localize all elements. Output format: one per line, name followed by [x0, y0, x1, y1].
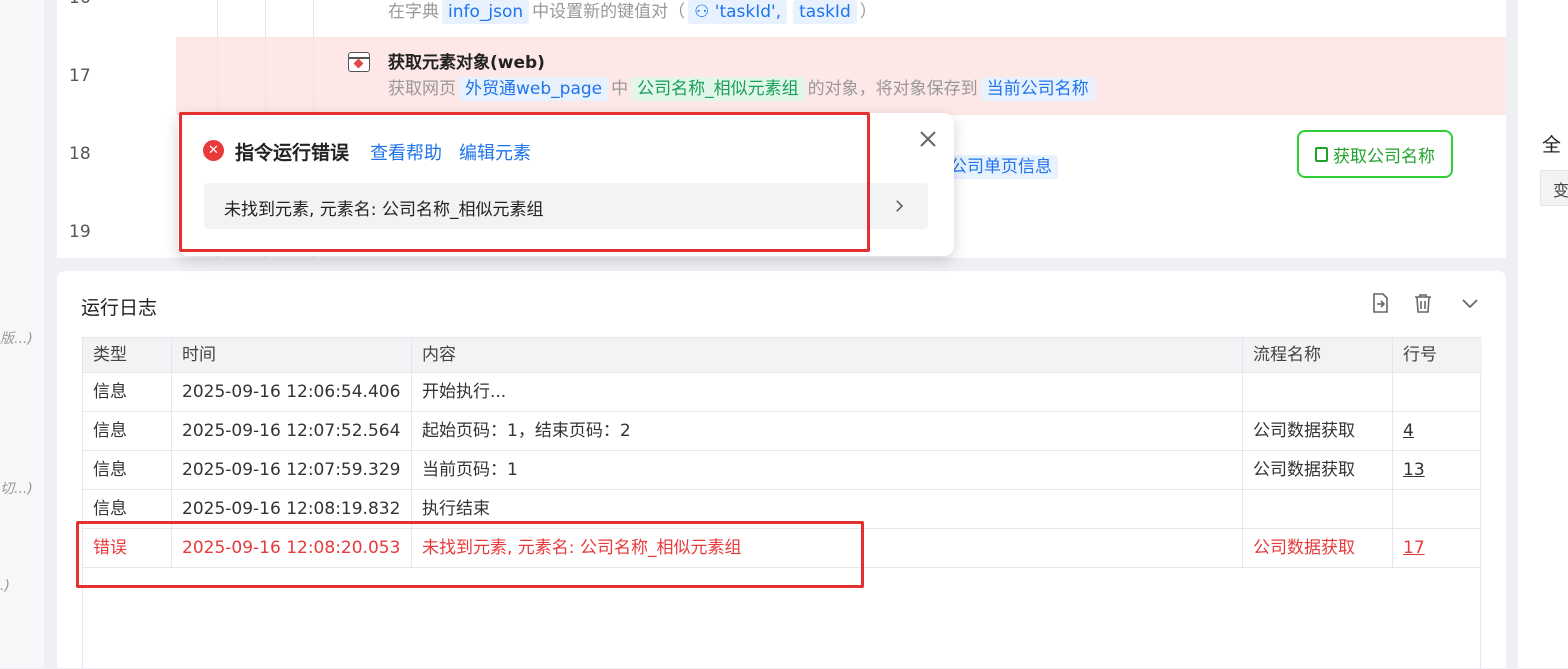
line-number: 16 — [69, 0, 91, 8]
step-description: 公司单页信息 — [941, 155, 1061, 179]
panel-title: 全 — [1542, 134, 1562, 156]
column-header-type[interactable]: 类型 — [83, 338, 172, 373]
log-cell-line: 13 — [1393, 451, 1482, 490]
run-log-panel: 运行日志 类型 时间 内容 流程名称 行号 信息 2025-09-16 12:0… — [57, 271, 1506, 668]
desc-text: 在字典 — [388, 2, 439, 22]
panel-column-header: 变 — [1553, 181, 1568, 200]
note-icon — [1315, 146, 1328, 162]
column-header-content[interactable]: 内容 — [412, 338, 1243, 373]
log-title: 运行日志 — [81, 297, 158, 319]
variable-chip[interactable]: 公司单页信息 — [944, 155, 1058, 179]
line-link[interactable]: 4 — [1403, 421, 1414, 441]
log-cell-flow: 公司数据获取 — [1243, 451, 1393, 490]
log-cell-content: 执行结束 — [412, 490, 1243, 529]
log-cell-type: 信息 — [83, 373, 172, 412]
error-popup: ✕ 指令运行错误 查看帮助 编辑元素 未找到元素, 元素名: 公司名称_相似元素… — [178, 113, 954, 256]
error-message-box[interactable]: 未找到元素, 元素名: 公司名称_相似元素组 — [204, 183, 928, 229]
line-number: 18 — [69, 144, 91, 164]
log-cell-line: 17 — [1393, 529, 1482, 568]
log-cell-time: 2025-09-16 12:06:54.406 — [172, 373, 412, 412]
log-cell-type: 信息 — [83, 412, 172, 451]
variable-chip[interactable]: 外贸通web_page — [459, 77, 609, 101]
desc-text: ） — [859, 2, 877, 22]
view-help-link[interactable]: 查看帮助 — [370, 139, 442, 165]
popup-title: 指令运行错误 — [235, 142, 350, 164]
log-cell-content: 未找到元素, 元素名: 公司名称_相似元素组 — [412, 529, 1243, 568]
log-cell-content: 当前页码：1 — [412, 451, 1243, 490]
log-cell-content: 起始页码：1，结束页码：2 — [412, 412, 1243, 451]
export-icon[interactable] — [1368, 291, 1392, 315]
log-cell-time: 2025-09-16 12:07:52.564 — [172, 412, 412, 451]
sidebar-text-fragment: 版...) — [0, 331, 33, 347]
button-label: 获取公司名称 — [1333, 146, 1435, 167]
line-link[interactable]: 13 — [1403, 460, 1425, 480]
variable-chip[interactable]: 当前公司名称 — [980, 77, 1095, 101]
desc-text: 获取网页 — [388, 79, 456, 99]
trash-icon[interactable] — [1411, 291, 1435, 315]
sidebar-text-fragment: 切...) — [0, 481, 33, 497]
python-icon: ⚇ — [694, 2, 715, 22]
web-element-icon — [348, 52, 370, 72]
step-description: 获取网页 外贸通web_page 中公司名称_相似元素组 的对象，将对象保存到 当前公司… — [388, 77, 1098, 101]
log-cell-time: 2025-09-16 12:07:59.329 — [172, 451, 412, 490]
column-header-line[interactable]: 行号 — [1393, 338, 1482, 373]
step-description: 在字典 info_json 中设置新的键值对（ ⚇ 'taskId', taskId） — [388, 0, 877, 24]
log-cell-line — [1393, 490, 1482, 529]
edit-element-link[interactable]: 编辑元素 — [459, 139, 531, 165]
line-number: 19 — [69, 222, 91, 242]
error-message: 未找到元素, 元素名: 公司名称_相似元素组 — [224, 200, 544, 220]
log-cell-flow — [1243, 373, 1393, 412]
log-cell-type: 信息 — [83, 490, 172, 529]
log-cell-line — [1393, 373, 1482, 412]
desc-text: 中 — [611, 79, 629, 99]
left-sidebar: 版...) 切...) .) — [0, 0, 44, 668]
right-panel: 全 变 — [1518, 0, 1568, 668]
desc-text: 的对象，将对象保存到 — [807, 79, 978, 99]
table-empty-area — [83, 568, 1482, 669]
log-cell-time: 2025-09-16 12:08:19.832 — [172, 490, 412, 529]
step-row-highlighted[interactable] — [176, 37, 1506, 115]
log-cell-flow — [1243, 490, 1393, 529]
variable-chip[interactable]: info_json — [442, 0, 530, 24]
column-header-flow[interactable]: 流程名称 — [1243, 338, 1393, 373]
variable-chip[interactable]: taskId — [793, 0, 857, 24]
get-company-name-button[interactable]: 获取公司名称 — [1297, 130, 1453, 178]
element-chip[interactable]: 公司名称_相似元素组 — [631, 77, 805, 101]
sidebar-text-fragment: .) — [0, 578, 10, 594]
close-icon[interactable] — [916, 127, 940, 151]
variable-chip[interactable]: ⚇ 'taskId', — [688, 0, 788, 24]
panel-table-header: 变 — [1540, 170, 1568, 206]
column-header-time[interactable]: 时间 — [172, 338, 412, 373]
log-cell-content: 开始执行... — [412, 373, 1243, 412]
step-title: 获取元素对象(web) — [388, 53, 545, 73]
log-cell-line: 4 — [1393, 412, 1482, 451]
log-cell-type: 错误 — [83, 529, 172, 568]
chevron-right-icon[interactable] — [890, 197, 908, 215]
log-cell-type: 信息 — [83, 451, 172, 490]
log-cell-time: 2025-09-16 12:08:20.053 — [172, 529, 412, 568]
log-cell-flow: 公司数据获取 — [1243, 412, 1393, 451]
line-link[interactable]: 17 — [1403, 538, 1425, 558]
error-icon: ✕ — [203, 140, 224, 161]
line-number: 17 — [69, 66, 91, 86]
desc-text: 中设置新的键值对（ — [532, 2, 686, 22]
log-cell-flow: 公司数据获取 — [1243, 529, 1393, 568]
log-table: 类型 时间 内容 流程名称 行号 信息 2025-09-16 12:06:54.… — [82, 337, 1482, 669]
chevron-down-icon[interactable] — [1458, 291, 1482, 315]
